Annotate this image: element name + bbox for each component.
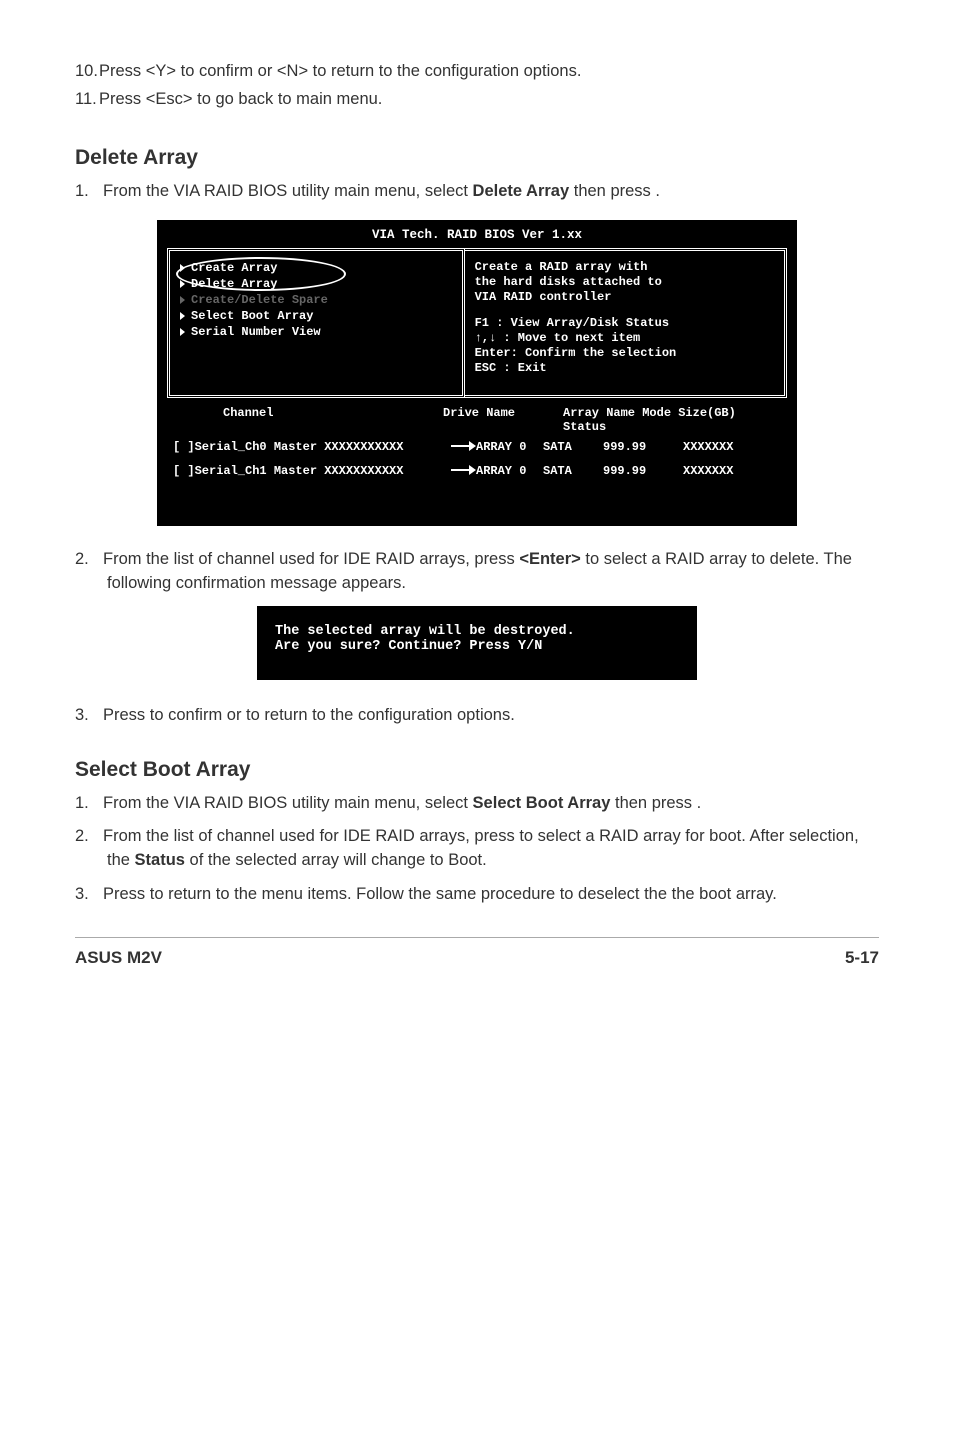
step-num: 10. [75,60,99,84]
delete-step-2: 2.From the list of channel used for IDE … [75,548,879,596]
menu-item-create: Create Array [180,261,452,275]
section-title-delete: Delete Array [75,146,879,170]
step-text: From the VIA RAID BIOS utility main menu… [103,182,660,200]
section-title-boot: Select Boot Array [75,758,879,782]
triangle-icon [180,296,185,304]
footer-left: ASUS M2V [75,948,162,968]
boot-step-1: 1.From the VIA RAID BIOS utility main me… [75,792,879,816]
bios-screenshot: VIA Tech. RAID BIOS Ver 1.xx Create Arra… [157,220,797,526]
destroy-line2: Are you sure? Continue? Press Y/N [275,639,679,654]
step-text: Press <Esc> to go back to main menu. [99,90,382,108]
step-text: Press <Y> to confirm or <N> to return to… [99,62,581,80]
step-text: From the list of channel used for IDE RA… [103,827,859,869]
triangle-icon [180,328,185,336]
step-text: From the VIA RAID BIOS utility main menu… [103,794,701,812]
menu-item-spare: Create/Delete Spare [180,293,452,307]
bios-panel: VIA Tech. RAID BIOS Ver 1.xx Create Arra… [157,220,797,526]
menu-item-serial: Serial Number View [180,325,452,339]
step-10: 10.Press <Y> to confirm or <N> to return… [75,60,879,84]
delete-steps-cont: 2.From the list of channel used for IDE … [75,548,879,596]
triangle-icon [180,264,185,272]
boot-step-2: 2.From the list of channel used for IDE … [75,825,879,873]
boot-steps: 1.From the VIA RAID BIOS utility main me… [75,792,879,908]
destroy-line1: The selected array will be destroyed. [275,624,679,639]
bios-title: VIA Tech. RAID BIOS Ver 1.xx [167,228,787,242]
menu-item-boot: Select Boot Array [180,309,452,323]
step-text: Press to return to the menu items. Follo… [103,885,777,903]
triangle-icon [180,280,185,288]
step-text: From the list of channel used for IDE RA… [103,550,852,592]
boot-step-3: 3.Press to return to the menu items. Fol… [75,883,879,907]
bios-menu-pane: Create Array Delete Array Create/Delete … [167,248,465,398]
delete-steps: 1.From the VIA RAID BIOS utility main me… [75,180,879,204]
destroy-message: The selected array will be destroyed. Ar… [257,606,697,680]
step-num: 11. [75,88,99,112]
table-row: [ ]Serial_Ch1 Master XXXXXXXXXXX ARRAY 0… [173,464,781,478]
step-text: Press to confirm or to return to the con… [103,706,515,724]
bios-channel-table: Channel Drive Name Array Name Mode Size(… [167,406,787,516]
step-11: 11.Press <Esc> to go back to main menu. [75,88,879,112]
delete-step-1: 1.From the VIA RAID BIOS utility main me… [75,180,879,204]
arrow-icon [469,465,476,475]
delete-step-3: 3.Press to confirm or to return to the c… [75,704,879,728]
destroy-box: The selected array will be destroyed. Ar… [257,606,697,680]
triangle-icon [180,312,185,320]
delete-steps-cont2: 3.Press to confirm or to return to the c… [75,704,879,728]
bios-help-pane: Create a RAID array with the hard disks … [465,248,787,398]
table-header: Channel Drive Name Array Name Mode Size(… [173,406,781,434]
footer-right: 5-17 [845,948,879,968]
intro-steps: 10.Press <Y> to confirm or <N> to return… [75,60,879,112]
page-footer: ASUS M2V 5-17 [75,937,879,968]
table-row: [ ]Serial_Ch0 Master XXXXXXXXXXX ARRAY 0… [173,440,781,454]
arrow-icon [469,441,476,451]
menu-item-delete: Delete Array [180,277,452,291]
